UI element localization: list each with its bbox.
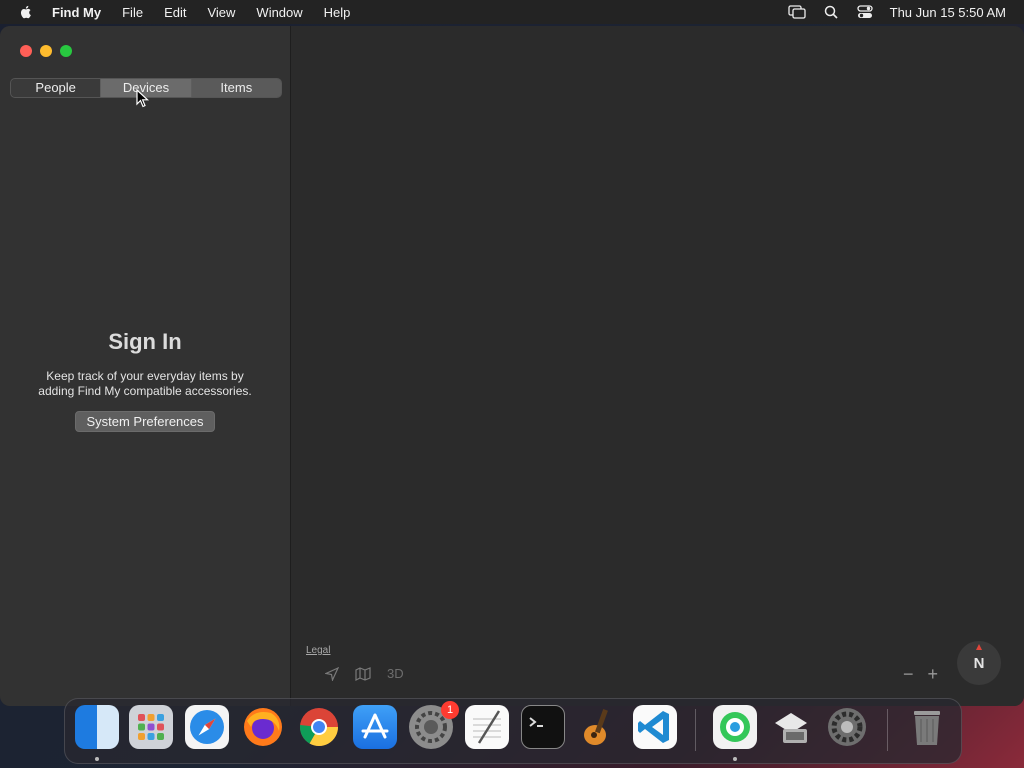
system-preferences-button[interactable]: System Preferences xyxy=(75,411,215,432)
dock-separator-2 xyxy=(887,709,888,751)
system-preferences-icon[interactable]: 1 xyxy=(409,701,459,749)
sidebar: People Devices Items Sign In Keep track … xyxy=(0,26,291,706)
minimize-button[interactable] xyxy=(40,45,52,57)
maximize-button[interactable] xyxy=(60,45,72,57)
app-store-icon[interactable] xyxy=(353,705,397,749)
sign-in-panel: Sign In Keep track of your everyday item… xyxy=(0,329,290,432)
mouse-pointer-icon xyxy=(136,89,150,108)
textedit-icon[interactable] xyxy=(465,705,509,749)
map-area[interactable]: Legal 3D − + N xyxy=(291,26,1024,706)
menu-window[interactable]: Window xyxy=(256,5,302,20)
legal-link[interactable]: Legal xyxy=(306,645,330,656)
zoom-out-button[interactable]: − xyxy=(903,664,914,685)
menu-bar: Find My File Edit View Window Help Thu J… xyxy=(0,0,1024,24)
compass-north-marker xyxy=(976,644,982,650)
3d-button[interactable]: 3D xyxy=(387,666,404,681)
map-tools: 3D xyxy=(325,666,404,681)
finder-icon[interactable] xyxy=(75,705,119,749)
safari-icon[interactable] xyxy=(185,705,229,749)
menubar-clock[interactable]: Thu Jun 15 5:50 AM xyxy=(890,5,1006,20)
vscode-icon[interactable] xyxy=(633,705,677,749)
menu-help[interactable]: Help xyxy=(324,5,351,20)
compass[interactable]: N xyxy=(957,641,1001,685)
window-controls xyxy=(20,45,72,57)
menu-app-name[interactable]: Find My xyxy=(52,5,101,20)
launchpad-icon[interactable] xyxy=(129,705,173,749)
firefox-icon[interactable] xyxy=(241,705,285,749)
compass-label: N xyxy=(973,654,985,672)
dock: 1 xyxy=(64,698,962,764)
close-button[interactable] xyxy=(20,45,32,57)
find-my-icon[interactable] xyxy=(713,705,757,749)
menu-edit[interactable]: Edit xyxy=(164,5,186,20)
finder-running-dot xyxy=(95,757,99,761)
find-my-running-dot xyxy=(733,757,737,761)
notification-badge: 1 xyxy=(441,701,459,719)
tab-items[interactable]: Items xyxy=(191,79,281,97)
migration-assistant-icon[interactable] xyxy=(769,705,813,749)
terminal-icon[interactable] xyxy=(521,705,565,749)
sign-in-description: Keep track of your everyday items by add… xyxy=(38,369,252,398)
map-icon[interactable] xyxy=(355,666,371,681)
trash-icon[interactable] xyxy=(905,705,949,749)
zoom-in-button[interactable]: + xyxy=(928,664,939,685)
control-center-icon[interactable] xyxy=(856,5,874,19)
menu-view[interactable]: View xyxy=(207,5,235,20)
find-my-window: People Devices Items Sign In Keep track … xyxy=(0,26,1024,706)
tab-people[interactable]: People xyxy=(11,79,102,97)
zoom-controls: − + xyxy=(903,664,938,685)
garageband-icon[interactable] xyxy=(577,705,621,749)
sign-in-title: Sign In xyxy=(108,329,182,354)
screen-mirroring-icon[interactable] xyxy=(787,5,806,19)
settings-gear-icon[interactable] xyxy=(825,705,869,749)
location-arrow-icon[interactable] xyxy=(325,666,339,681)
menu-file[interactable]: File xyxy=(122,5,143,20)
chrome-icon[interactable] xyxy=(297,705,341,749)
apple-menu-icon[interactable] xyxy=(18,4,34,20)
dock-separator xyxy=(695,709,696,751)
search-icon[interactable] xyxy=(822,5,840,19)
